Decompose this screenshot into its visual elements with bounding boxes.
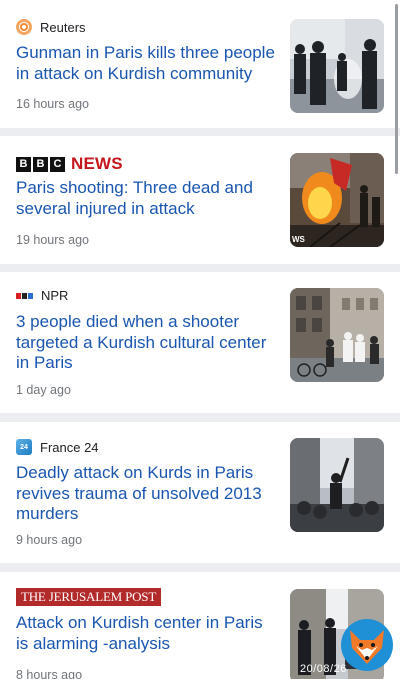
article-thumbnail[interactable] (290, 19, 384, 113)
scrollbar[interactable] (395, 4, 398, 174)
article-time: 16 hours ago (16, 97, 89, 111)
thumb-caption: WS (292, 235, 305, 244)
jerusalem-post-logo: THE JERUSALEM POST (16, 588, 162, 606)
article-card-bbc[interactable]: B B C NEWS Paris shooting: Three dead an… (0, 136, 400, 264)
fire-street-image (290, 153, 384, 247)
fox-logo-icon (341, 619, 393, 671)
source-name: France 24 (40, 439, 99, 455)
article-card-reuters[interactable]: Reuters Gunman in Paris kills three peop… (0, 0, 400, 128)
protest-street-image (290, 438, 384, 532)
source-name: NPR (41, 288, 69, 303)
source-row: B B C NEWS (16, 154, 123, 174)
article-card-france24[interactable]: 24 France 24 Deadly attack on Kurds in P… (0, 422, 400, 563)
article-headline[interactable]: Deadly attack on Kurds in Paris revives … (16, 463, 278, 525)
street-scene-image (290, 288, 384, 382)
source-row: 24 France 24 (16, 439, 99, 455)
article-card-npr[interactable]: NPR 3 people died when a shooter targete… (0, 272, 400, 413)
article-headline[interactable]: Gunman in Paris kills three people in at… (16, 43, 278, 84)
article-time: 1 day ago (16, 383, 71, 397)
article-headline[interactable]: Paris shooting: Three dead and several i… (16, 178, 278, 219)
source-row: NPR (16, 288, 68, 303)
article-time: 8 hours ago (16, 668, 83, 679)
article-time: 9 hours ago (16, 533, 83, 547)
france24-logo-icon: 24 (16, 439, 32, 455)
bbc-letter: C (50, 156, 65, 172)
news-feed: Reuters Gunman in Paris kills three peop… (0, 0, 400, 679)
source-name: Reuters (40, 19, 86, 35)
bbc-letter: B (16, 156, 31, 172)
article-thumbnail[interactable]: WS (290, 153, 384, 247)
npr-logo-icon (16, 292, 33, 299)
article-headline[interactable]: 3 people died when a shooter targeted a … (16, 312, 278, 374)
bbc-news-logo: B B C NEWS (16, 154, 123, 174)
article-thumbnail[interactable] (290, 438, 384, 532)
article-headline[interactable]: Attack on Kurdish center in Paris is ala… (16, 613, 278, 654)
source-row: THE JERUSALEM POST (16, 588, 162, 606)
bbc-letter: B (33, 156, 48, 172)
watermark-date: 20/08/26 (300, 663, 347, 675)
bbc-news-word: NEWS (71, 154, 123, 173)
source-row: Reuters (16, 19, 86, 35)
article-thumbnail[interactable] (290, 288, 384, 382)
article-time: 19 hours ago (16, 233, 89, 247)
police-street-image (290, 19, 384, 113)
reuters-logo-icon (16, 19, 32, 35)
